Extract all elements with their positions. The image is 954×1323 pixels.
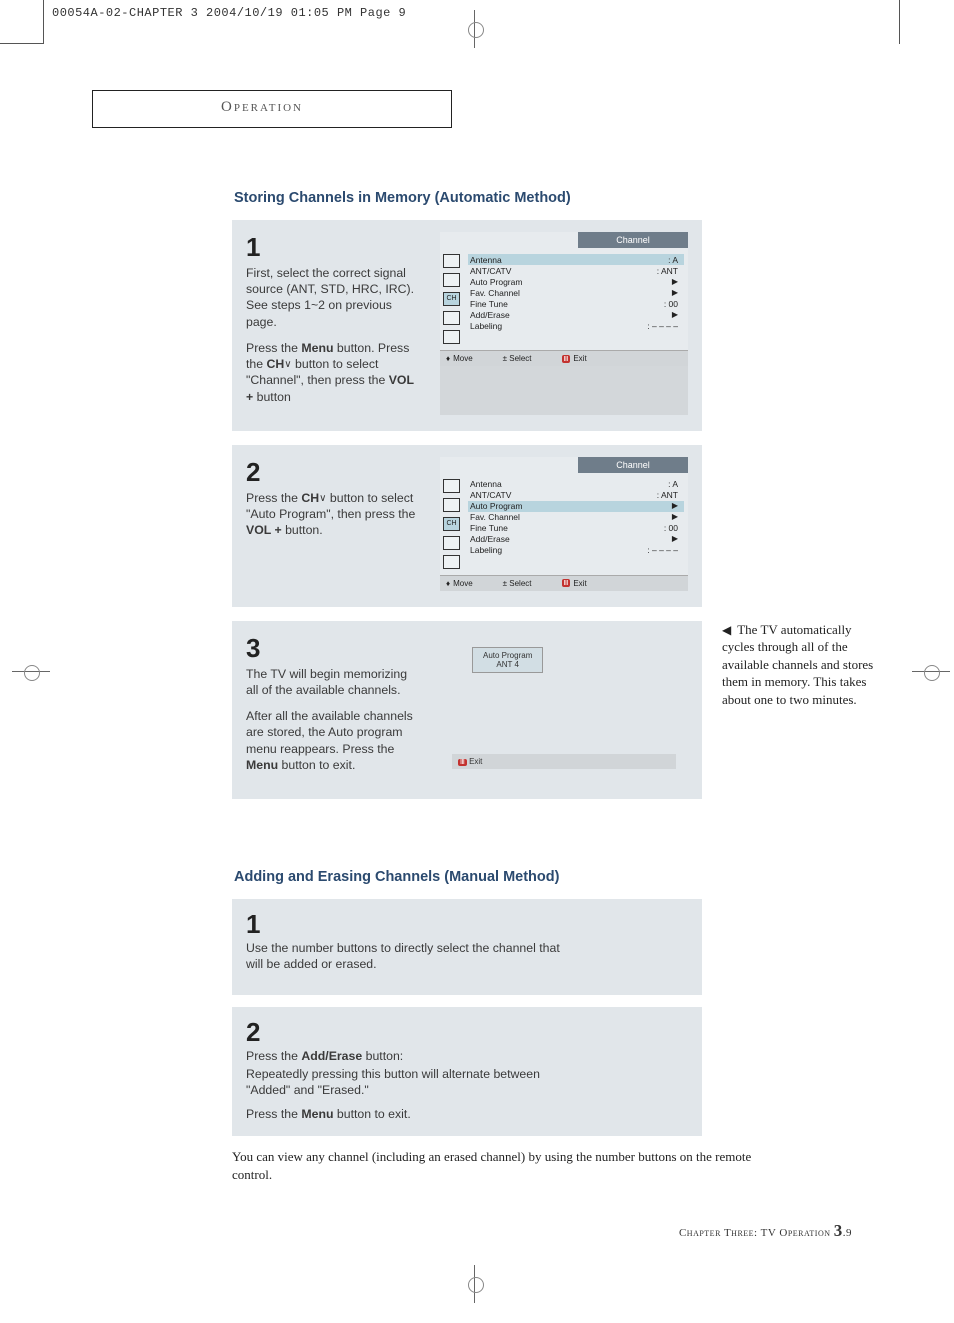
step3-text-1: The TV will begin memorizing all of the … — [246, 666, 422, 698]
updown-icon: ♦ — [446, 579, 450, 588]
updown-icon: ♦ — [446, 354, 450, 363]
registration-mark-right — [922, 663, 940, 681]
step1-text-1: First, select the correct signal source … — [246, 265, 422, 330]
osd-row-labeling: Labeling: – – – – — [468, 320, 684, 331]
osd-row-antenna: Antenna: A — [468, 479, 684, 490]
sec2-step2-number: 2 — [246, 1017, 688, 1048]
step1-card: 1 First, select the correct signal sourc… — [232, 220, 702, 431]
step2-card: 2 Press the CH∨ button to select "Auto P… — [232, 445, 702, 607]
osd3-footer: Ⅲ Exit — [452, 754, 676, 769]
osd-row-adderase: Add/Erase▶ — [468, 309, 684, 320]
osd-icon-5 — [443, 555, 460, 569]
section2-title: Adding and Erasing Channels (Manual Meth… — [234, 869, 882, 885]
osd-title: Channel — [578, 457, 688, 473]
triangle-left-icon: ◀ — [722, 623, 731, 637]
osd-row-finetune: Fine Tune: 00 — [468, 298, 684, 309]
step2-text: Press the CH∨ button to select "Auto Pro… — [246, 490, 422, 539]
page-footer: Chapter Three: TV Operation 3.9 — [679, 1221, 852, 1241]
osd-icon-2 — [443, 273, 460, 287]
menu-pill-icon: Ⅲ — [562, 355, 571, 363]
osd-footer: ♦Move ± Select ⅢExit — [440, 575, 688, 591]
osd3-box: Auto Program ANT 4 — [472, 647, 543, 673]
osd-icon-5 — [443, 330, 460, 344]
step1-text-2: Press the Menu button. Press the CH∨ but… — [246, 340, 422, 405]
registration-mark-top — [466, 20, 484, 38]
section1-title: Storing Channels in Memory (Automatic Me… — [234, 190, 882, 206]
section2-footnote: You can view any channel (including an e… — [232, 1148, 792, 1183]
section-header-label: Operation — [221, 99, 303, 116]
sec2-step2-text3: Press the Menu button to exit. — [246, 1106, 688, 1122]
osd-icon-1 — [443, 254, 460, 268]
osd-sidebar-icons: CH — [440, 248, 464, 350]
osd-menu-step2: Channel CH Antenna: A ANT/CATV: ANT Auto… — [440, 457, 688, 591]
osd-row-antenna: Antenna: A — [468, 254, 684, 265]
osd-row-autoprog: Auto Program▶ — [468, 276, 684, 287]
registration-mark-left — [22, 663, 40, 681]
osd-icon-4 — [443, 536, 460, 550]
crop-mark-tr — [899, 0, 900, 44]
step2-number: 2 — [246, 457, 422, 488]
sec2-step2-text1: Press the Add/Erase button: — [246, 1048, 688, 1064]
osd-title: Channel — [578, 232, 688, 248]
sec2-step2-text2: Repeatedly pressing this button will alt… — [246, 1066, 576, 1098]
side-note: ◀The TV automatically cycles through all… — [722, 621, 882, 813]
osd-icon-2 — [443, 498, 460, 512]
sec2-step2-card: 2 Press the Add/Erase button: Repeatedly… — [232, 1007, 702, 1137]
sec2-step1-number: 1 — [246, 909, 688, 940]
osd-icon-ch: CH — [443, 517, 460, 531]
osd-row-adderase: Add/Erase▶ — [468, 534, 684, 545]
osd-icon-1 — [443, 479, 460, 493]
chevron-down-icon: ∨ — [284, 360, 291, 370]
registration-mark-bottom — [466, 1275, 484, 1293]
step3-number: 3 — [246, 633, 422, 664]
step3-card: 3 The TV will begin memorizing all of th… — [232, 621, 702, 799]
menu-pill-icon: Ⅲ — [562, 579, 571, 587]
osd-autoprogram: Auto Program ANT 4 Ⅲ Exit — [440, 633, 688, 783]
osd-row-favch: Fav. Channel▶ — [468, 287, 684, 298]
section-header-box: Operation — [92, 90, 452, 128]
osd-row-antcatv: ANT/CATV: ANT — [468, 490, 684, 501]
osd-menu-step1: Channel CH Antenna: A ANT/CATV: ANT Auto… — [440, 232, 688, 415]
menu-pill-icon: Ⅲ — [458, 759, 467, 766]
osd-row-finetune: Fine Tune: 00 — [468, 523, 684, 534]
step3-text-2: After all the available channels are sto… — [246, 708, 422, 773]
sec2-step1-card: 1 Use the number buttons to directly sel… — [232, 899, 702, 994]
osd-row-autoprog: Auto Program▶ — [468, 501, 684, 512]
step1-number: 1 — [246, 232, 422, 263]
page-meta-header: 00054A-02-CHAPTER 3 2004/10/19 01:05 PM … — [52, 7, 406, 19]
osd-row-favch: Fav. Channel▶ — [468, 512, 684, 523]
osd-sidebar-icons: CH — [440, 473, 464, 575]
osd-icon-ch: CH — [443, 292, 460, 306]
crop-mark-tl — [0, 0, 44, 44]
osd-row-labeling: Labeling: – – – – — [468, 545, 684, 556]
sec2-step1-text: Use the number buttons to directly selec… — [246, 940, 576, 972]
chevron-down-icon: ∨ — [319, 494, 326, 504]
osd-row-antcatv: ANT/CATV: ANT — [468, 265, 684, 276]
osd-footer: ♦Move ± Select ⅢExit — [440, 350, 688, 366]
osd-icon-4 — [443, 311, 460, 325]
